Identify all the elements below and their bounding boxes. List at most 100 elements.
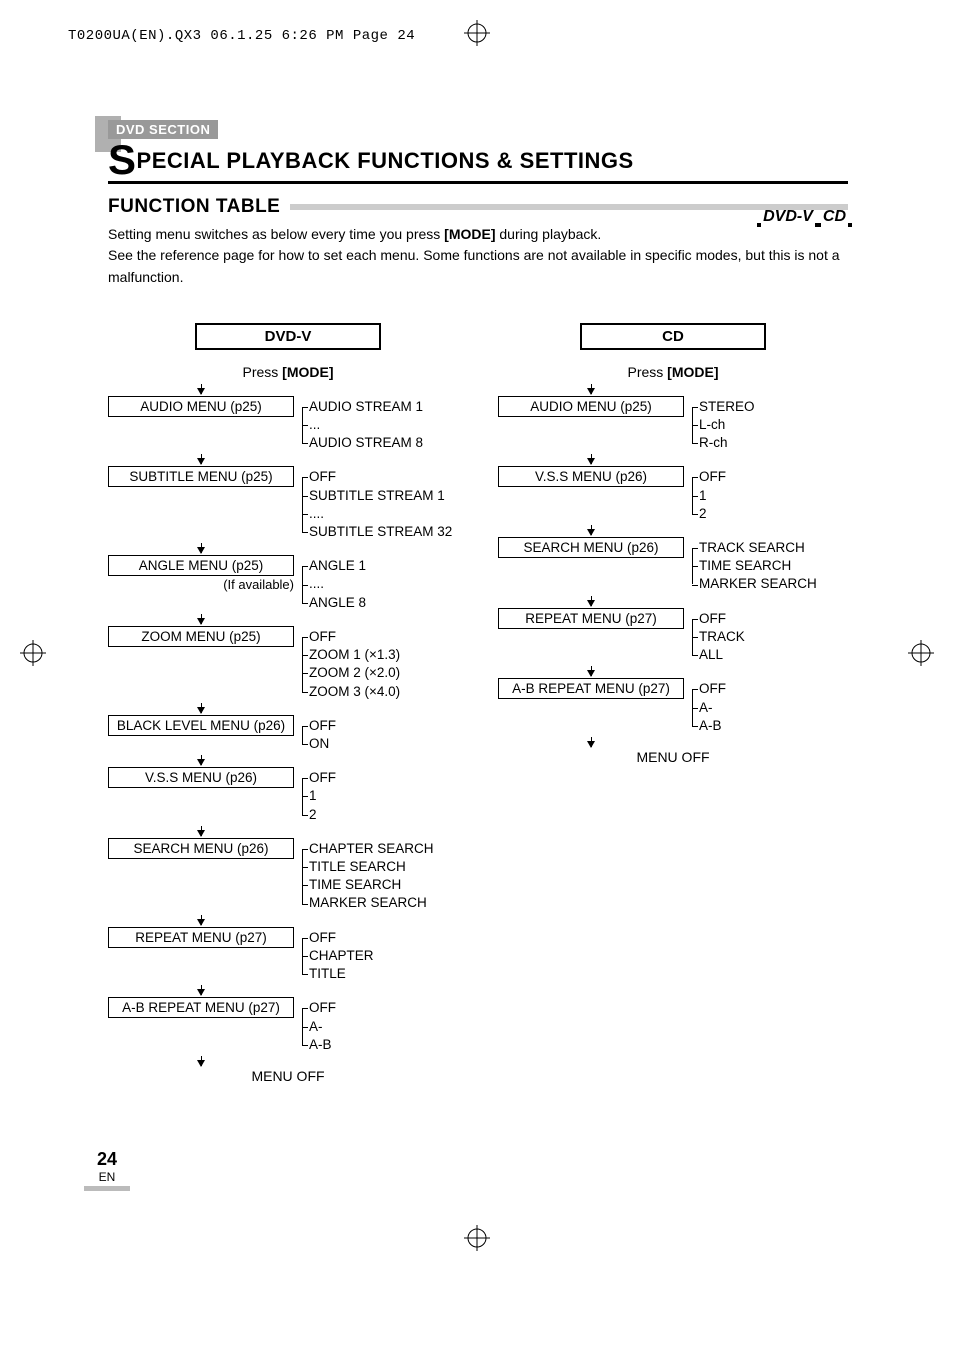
option-group: OFFA-A-B xyxy=(692,680,726,735)
option-item: TITLE SEARCH xyxy=(309,858,434,876)
option-item: ANGLE 1 xyxy=(309,557,366,575)
option-item: SUBTITLE STREAM 1 xyxy=(309,487,452,505)
menu-node-left: V.S.S MENU (p26) xyxy=(498,466,684,487)
down-arrow-icon xyxy=(498,452,684,466)
option-list: OFFA-A-B xyxy=(309,999,336,1054)
down-arrow-icon xyxy=(498,735,684,749)
menu-box: REPEAT MENU (p27) xyxy=(108,927,294,948)
option-group: OFF12 xyxy=(692,468,726,523)
disc-icons: DVD-V CD xyxy=(761,208,848,226)
option-item: ... xyxy=(309,416,423,434)
option-item: .... xyxy=(309,575,366,593)
option-item: OFF xyxy=(699,680,726,698)
option-group: OFFZOOM 1 (×1.3)ZOOM 2 (×2.0)ZOOM 3 (×4.… xyxy=(302,628,400,701)
option-list: OFFON xyxy=(309,717,336,753)
option-item: ALL xyxy=(699,646,745,664)
press-mode: Press [MODE] xyxy=(195,364,381,380)
menu-box: SUBTITLE MENU (p25) xyxy=(108,466,294,487)
menu-node: AUDIO MENU (p25) AUDIO STREAM 1...AUDIO S… xyxy=(108,396,468,453)
menu-node-left: A-B REPEAT MENU (p27) xyxy=(108,997,294,1018)
option-item: OFF xyxy=(309,628,400,646)
option-list: ANGLE 1....ANGLE 8 xyxy=(309,557,366,612)
menu-node: SEARCH MENU (p26) CHAPTER SEARCHTITLE SEA… xyxy=(108,838,468,913)
down-arrow-icon xyxy=(498,382,684,396)
body-text-span: during playback. xyxy=(495,226,601,242)
menu-node: REPEAT MENU (p27) OFFTRACKALL xyxy=(498,608,848,665)
bracket-icon xyxy=(302,477,303,532)
option-item: 2 xyxy=(309,806,336,824)
option-group: STEREOL-chR-ch xyxy=(692,398,755,453)
menu-node: AUDIO MENU (p25) STEREOL-chR-ch xyxy=(498,396,848,453)
option-item: ZOOM 1 (×1.3) xyxy=(309,646,400,664)
title-rest: PECIAL PLAYBACK FUNCTIONS & SETTINGS xyxy=(137,148,634,173)
option-list: OFFA-A-B xyxy=(699,680,726,735)
menu-node: SUBTITLE MENU (p25) OFFSUBTITLE STREAM 1.… xyxy=(108,466,468,541)
page-number: 24 EN xyxy=(84,1149,130,1191)
down-arrow-icon xyxy=(108,612,294,626)
dvd-header: DVD-V xyxy=(195,323,381,350)
crop-mark-icon xyxy=(20,640,46,666)
option-list: CHAPTER SEARCHTITLE SEARCHTIME SEARCHMAR… xyxy=(309,840,434,913)
menu-node: A-B REPEAT MENU (p27) OFFA-A-B xyxy=(498,678,848,735)
option-list: OFF12 xyxy=(309,769,336,824)
option-list: OFF12 xyxy=(699,468,726,523)
menu-node: SEARCH MENU (p26)TRACK SEARCHTIME SEARCH… xyxy=(498,537,848,594)
option-item: A- xyxy=(309,1018,336,1036)
menu-node-left: V.S.S MENU (p26) xyxy=(108,767,294,788)
menu-box: AUDIO MENU (p25) xyxy=(108,396,294,417)
option-item: 2 xyxy=(699,505,726,523)
option-item: CHAPTER xyxy=(309,947,374,965)
down-arrow-icon xyxy=(108,824,294,838)
menu-node: ANGLE MENU (p25)(If available) ANGLE 1...… xyxy=(108,555,468,612)
menu-node-left: ANGLE MENU (p25)(If available) xyxy=(108,555,294,592)
crop-mark-icon xyxy=(464,1225,490,1251)
option-group: CHAPTER SEARCHTITLE SEARCHTIME SEARCHMAR… xyxy=(302,840,434,913)
menu-box: A-B REPEAT MENU (p27) xyxy=(498,678,684,699)
option-group: TRACK SEARCHTIME SEARCHMARKER SEARCH xyxy=(692,539,817,594)
option-item: ON xyxy=(309,735,336,753)
option-item: TRACK xyxy=(699,628,745,646)
flow-area: DVD-V Press [MODE] AUDIO MENU (p25)AUDIO… xyxy=(108,323,848,1084)
menu-box: AUDIO MENU (p25) xyxy=(498,396,684,417)
print-header: T0200UA(EN).QX3 06.1.25 6:26 PM Page 24 xyxy=(68,28,415,44)
body-text: Setting menu switches as below every tim… xyxy=(108,224,848,289)
option-list: OFFSUBTITLE STREAM 1....SUBTITLE STREAM … xyxy=(309,468,452,541)
page-lang: EN xyxy=(99,1170,116,1184)
down-arrow-icon xyxy=(108,753,294,767)
option-list: STEREOL-chR-ch xyxy=(699,398,755,453)
cd-column: CD Press [MODE] AUDIO MENU (p25)STEREOL-… xyxy=(498,323,848,1084)
menu-box: V.S.S MENU (p26) xyxy=(108,767,294,788)
subhead: FUNCTION TABLE xyxy=(108,196,280,218)
title-underline xyxy=(108,181,848,184)
press-label: Press xyxy=(627,364,667,380)
down-arrow-icon xyxy=(498,523,684,537)
option-list: OFFZOOM 1 (×1.3)ZOOM 2 (×2.0)ZOOM 3 (×4.… xyxy=(309,628,400,701)
menu-box: SEARCH MENU (p26) xyxy=(108,838,294,859)
menu-box: REPEAT MENU (p27) xyxy=(498,608,684,629)
menu-note: (If available) xyxy=(108,577,294,592)
option-group: OFFSUBTITLE STREAM 1....SUBTITLE STREAM … xyxy=(302,468,452,541)
option-list: OFFTRACKALL xyxy=(699,610,745,665)
menu-node-left: BLACK LEVEL MENU (p26) xyxy=(108,715,294,736)
option-group: OFF12 xyxy=(302,769,336,824)
option-list: AUDIO STREAM 1...AUDIO STREAM 8 xyxy=(309,398,423,453)
bracket-icon xyxy=(302,849,303,904)
option-item: ZOOM 2 (×2.0) xyxy=(309,664,400,682)
menu-node-left: AUDIO MENU (p25) xyxy=(108,396,294,417)
mode-key: [MODE] xyxy=(444,226,495,242)
down-arrow-icon xyxy=(108,541,294,555)
menu-node: A-B REPEAT MENU (p27) OFFA-A-B xyxy=(108,997,468,1054)
bracket-icon xyxy=(302,726,303,744)
cd-header: CD xyxy=(580,323,766,350)
menu-node-left: SUBTITLE MENU (p25) xyxy=(108,466,294,487)
menu-node: ZOOM MENU (p25) OFFZOOM 1 (×1.3)ZOOM 2 (×… xyxy=(108,626,468,701)
menu-node-left: REPEAT MENU (p27) xyxy=(108,927,294,948)
option-item: OFF xyxy=(309,717,336,735)
option-item: CHAPTER SEARCH xyxy=(309,840,434,858)
option-list: OFFCHAPTERTITLE xyxy=(309,929,374,984)
menu-node-left: ZOOM MENU (p25) xyxy=(108,626,294,647)
option-item: ZOOM 3 (×4.0) xyxy=(309,683,400,701)
option-item: OFF xyxy=(699,468,726,486)
option-item: 1 xyxy=(699,487,726,505)
menu-node: V.S.S MENU (p26) OFF12 xyxy=(498,466,848,523)
